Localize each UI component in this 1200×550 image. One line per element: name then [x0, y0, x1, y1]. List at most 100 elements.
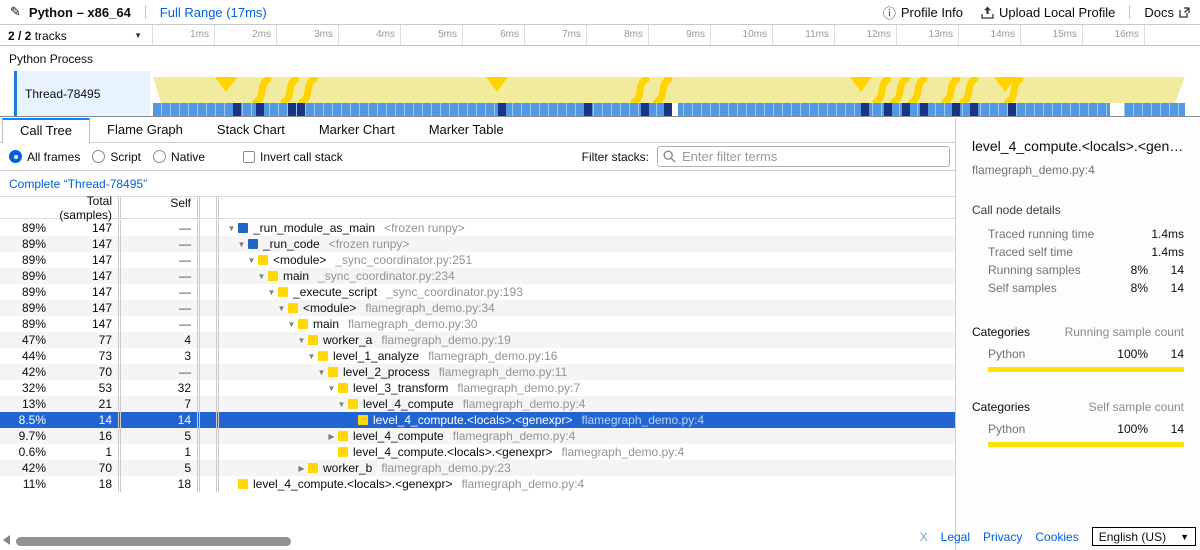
docs-link[interactable]: Docs [1144, 5, 1190, 20]
collapse-arrow-icon[interactable]: ▼ [325, 381, 338, 396]
selected-node-location: flamegraph_demo.py:4 [972, 163, 1184, 177]
python-category-icon [358, 415, 368, 425]
upload-profile-button[interactable]: Upload Local Profile [981, 5, 1115, 20]
edit-profile-name-icon[interactable]: ✎ [10, 4, 21, 20]
collapse-arrow-icon[interactable]: ▼ [255, 269, 268, 284]
panel-tab-bar: Call TreeFlame GraphStack ChartMarker Ch… [0, 118, 955, 143]
top-bar: ✎ Python – x86_64 Full Range (17ms) ⓘ Pr… [0, 0, 1200, 25]
self-samples: — [118, 284, 197, 300]
tab-call-tree[interactable]: Call Tree [2, 118, 90, 143]
total-samples: 77 [46, 332, 118, 348]
call-tree-row[interactable]: 89%147—▼mainflamegraph_demo.py:30 [0, 316, 955, 332]
call-tree-row[interactable]: 11%1818level_4_compute.<locals>.<genexpr… [0, 476, 955, 492]
tab-marker-table[interactable]: Marker Table [412, 118, 521, 142]
collapse-arrow-icon[interactable]: ▼ [275, 301, 288, 316]
call-tree-row[interactable]: 89%147—▼<module>flamegraph_demo.py:34 [0, 300, 955, 316]
radio-native[interactable]: Native [153, 150, 205, 164]
profile-info-button[interactable]: ⓘ Profile Info [883, 3, 963, 22]
collapse-arrow-icon[interactable]: ▼ [295, 333, 308, 348]
radio-all-frames[interactable]: All frames [9, 150, 80, 164]
call-tree-row[interactable]: 47%774▼worker_aflamegraph_demo.py:19 [0, 332, 955, 348]
tab-marker-chart[interactable]: Marker Chart [302, 118, 412, 142]
collapse-arrow-icon[interactable]: ▼ [225, 221, 238, 236]
row-icon-cell [197, 284, 216, 300]
row-icon-cell [197, 252, 216, 268]
horizontal-scrollbar-thumb[interactable] [16, 537, 291, 546]
collapse-arrow-icon[interactable]: ▼ [335, 397, 348, 412]
language-select[interactable]: English (US)▼ [1092, 527, 1196, 546]
invert-call-stack-checkbox[interactable] [243, 151, 255, 163]
filter-stacks-input[interactable] [657, 146, 950, 167]
collapse-arrow-icon[interactable]: ▼ [245, 253, 258, 268]
call-tree-row[interactable]: 89%147—▼main_sync_coordinator.py:234 [0, 268, 955, 284]
categories-title: Categories [972, 400, 1089, 414]
call-tree-row[interactable]: 13%217▼level_4_computeflamegraph_demo.py… [0, 396, 955, 412]
total-percent: 89% [0, 268, 46, 284]
scroll-left-arrow[interactable] [3, 535, 10, 545]
timeline-ruler[interactable]: 1ms2ms3ms4ms5ms6ms7ms8ms9ms10ms11ms12ms1… [152, 25, 1200, 46]
call-tree-row[interactable]: 8.5%1414level_4_compute.<locals>.<genexp… [0, 412, 955, 428]
call-tree-row[interactable]: 32%5332▼level_3_transformflamegraph_demo… [0, 380, 955, 396]
total-percent: 89% [0, 220, 46, 236]
category-row: Python100%14 [988, 420, 1184, 438]
self-samples: 4 [118, 332, 197, 348]
call-tree-row[interactable]: 89%147—▼_run_module_as_main<frozen runpy… [0, 220, 955, 236]
thread-activity-graph[interactable] [153, 77, 1185, 116]
category-name: Python [988, 347, 1108, 361]
row-icon-cell [197, 268, 216, 284]
collapse-arrow-icon[interactable]: ▼ [305, 349, 318, 364]
collapse-arrow-icon[interactable]: ▼ [315, 365, 328, 380]
call-tree-row[interactable]: 9.7%165▶level_4_computeflamegraph_demo.p… [0, 428, 955, 444]
total-samples: 147 [46, 252, 118, 268]
process-track-header[interactable]: Python Process [0, 46, 1200, 71]
call-tree-row[interactable]: 42%70—▼level_2_processflamegraph_demo.py… [0, 364, 955, 380]
radio-script[interactable]: Script [92, 150, 141, 164]
expand-arrow-icon[interactable]: ▶ [295, 461, 308, 476]
full-range-breadcrumb[interactable]: Full Range (17ms) [160, 5, 267, 20]
total-percent: 89% [0, 236, 46, 252]
thread-track-label[interactable]: Thread-78495 [14, 71, 150, 116]
profile-name[interactable]: Python – x86_64 [29, 5, 131, 20]
tracks-dropdown[interactable]: 2 / 2 tracks ▼ [0, 25, 150, 46]
ruler-tick: 5ms [401, 25, 463, 45]
call-tree-root-breadcrumb[interactable]: Complete “Thread-78495” [9, 177, 147, 191]
call-tree-row[interactable]: 44%733▼level_1_analyzeflamegraph_demo.py… [0, 348, 955, 364]
call-tree-row[interactable]: 89%147—▼_run_code<frozen runpy> [0, 236, 955, 252]
call-tree-row[interactable]: 0.6%11level_4_compute.<locals>.<genexpr>… [0, 444, 955, 460]
file-location: flamegraph_demo.py:4 [581, 413, 704, 427]
call-tree-row[interactable]: 42%705▶worker_bflamegraph_demo.py:23 [0, 460, 955, 476]
total-percent: 89% [0, 316, 46, 332]
footer-link-cookies[interactable]: Cookies [1035, 530, 1078, 544]
invert-call-stack-label[interactable]: Invert call stack [260, 150, 343, 164]
self-samples: 14 [118, 412, 197, 428]
call-tree-row[interactable]: 89%147—▼_execute_script_sync_coordinator… [0, 284, 955, 300]
self-samples: — [118, 268, 197, 284]
python-category-icon [238, 479, 248, 489]
function-name: worker_b [323, 461, 372, 475]
tab-flame-graph[interactable]: Flame Graph [90, 118, 200, 142]
self-samples: — [118, 236, 197, 252]
row-tree-cell: ▼mainflamegraph_demo.py:30 [216, 316, 955, 332]
collapse-arrow-icon[interactable]: ▼ [285, 317, 298, 332]
row-icon-cell [197, 396, 216, 412]
detail-label: Self samples [988, 281, 1108, 295]
function-name: _run_module_as_main [253, 221, 375, 235]
column-self[interactable]: Self [118, 196, 197, 219]
footer-link-legal[interactable]: Legal [941, 530, 970, 544]
total-samples: 70 [46, 364, 118, 380]
function-name: <module> [273, 253, 326, 267]
collapse-arrow-icon[interactable]: ▼ [235, 237, 248, 252]
footer-close-button[interactable]: X [920, 530, 928, 544]
row-tree-cell: ▼level_4_computeflamegraph_demo.py:4 [216, 396, 955, 412]
details-sidebar: level_4_compute.<locals>.<genexpr> flame… [955, 118, 1200, 550]
total-percent: 47% [0, 332, 46, 348]
tab-stack-chart[interactable]: Stack Chart [200, 118, 302, 142]
process-label: Python Process [9, 52, 93, 66]
function-name: _run_code [263, 237, 320, 251]
footer-link-privacy[interactable]: Privacy [983, 530, 1022, 544]
expand-arrow-icon[interactable]: ▶ [325, 429, 338, 444]
column-total-samples[interactable]: Total (samples) [46, 194, 118, 222]
category-bar [988, 367, 1184, 372]
call-tree-row[interactable]: 89%147—▼<module>_sync_coordinator.py:251 [0, 252, 955, 268]
collapse-arrow-icon[interactable]: ▼ [265, 285, 278, 300]
